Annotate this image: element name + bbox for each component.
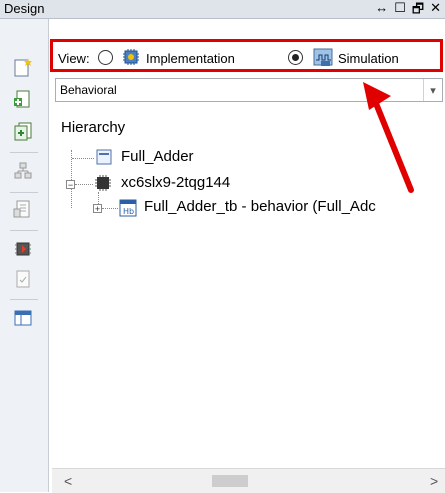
panel-title: Design (4, 1, 45, 16)
chip-edit-icon[interactable] (13, 239, 33, 259)
properties-icon[interactable] (13, 199, 33, 219)
add-source-icon[interactable] (13, 89, 33, 109)
add-copy-source-icon[interactable] (13, 121, 33, 141)
svg-text:Hb: Hb (123, 207, 134, 216)
panel-layout-icon[interactable] (13, 308, 33, 328)
toolbar-separator (10, 152, 38, 153)
hierarchy-view-icon[interactable] (13, 161, 33, 181)
panel-titlebar: Design ↔ ☐ 🗗 ✕ (0, 0, 445, 19)
scroll-right-icon[interactable]: > (430, 473, 438, 489)
implementation-label[interactable]: Implementation (146, 51, 235, 66)
simulation-label[interactable]: Simulation (338, 51, 399, 66)
simulation-radio[interactable] (288, 50, 303, 65)
scroll-thumb[interactable] (212, 475, 248, 487)
tree-item-device[interactable]: xc6slx9-2tqg144 (121, 174, 230, 191)
left-toolbar (0, 19, 49, 492)
new-source-icon[interactable] (13, 57, 33, 77)
collapse-expander[interactable]: − (66, 180, 75, 190)
check-document-icon[interactable] (13, 269, 33, 289)
vhdl-testbench-icon: Hb (119, 199, 137, 217)
view-label: View: (58, 51, 90, 66)
tree-item-full-adder[interactable]: Full_Adder (121, 148, 194, 165)
expand-expander[interactable]: + (93, 204, 102, 214)
tree-item-testbench[interactable]: Full_Adder_tb - behavior (Full_Adc (144, 198, 376, 215)
scroll-left-icon[interactable]: < (64, 473, 72, 489)
project-icon (96, 149, 112, 165)
tree-connector (75, 184, 93, 185)
hierarchy-title: Hierarchy (61, 119, 126, 136)
tree-connector (72, 158, 94, 159)
dropdown-selected-value: Behavioral (60, 83, 117, 97)
simulation-icon (313, 48, 333, 66)
device-chip-icon (95, 175, 111, 191)
implementation-radio[interactable] (98, 50, 113, 65)
tree-connector (102, 208, 118, 209)
toolbar-separator (10, 299, 38, 300)
annotation-arrow (363, 82, 414, 193)
toolbar-separator (10, 192, 38, 193)
implementation-chip-icon (123, 49, 139, 65)
toolbar-separator (10, 230, 38, 231)
view-row: View: Implementation Simulation (50, 19, 445, 79)
horizontal-scrollbar[interactable]: < > (52, 468, 445, 493)
